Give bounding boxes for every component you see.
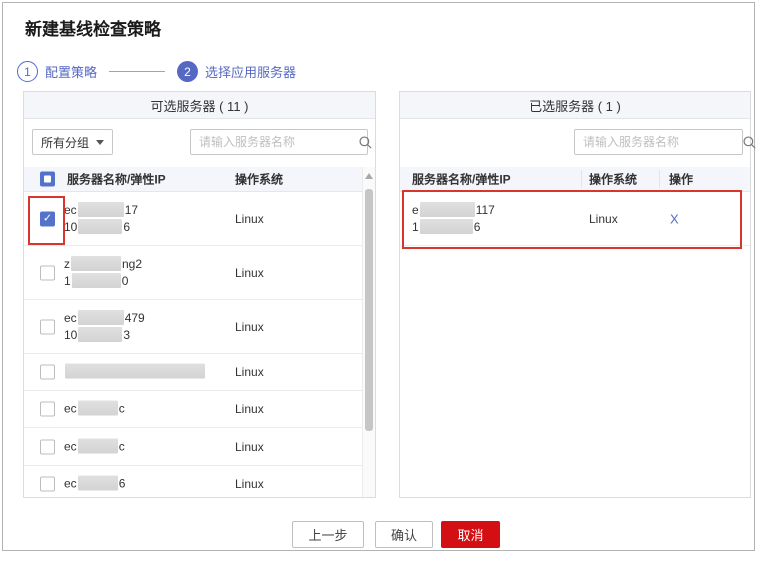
step-2-label: 选择应用服务器 xyxy=(205,65,297,80)
group-filter-dropdown[interactable]: 所有分组 xyxy=(32,129,113,155)
step-1-circle[interactable]: 1 xyxy=(17,61,38,82)
step-connector-line xyxy=(109,71,166,72)
column-divider xyxy=(581,170,582,188)
redacted-text xyxy=(65,363,205,379)
server-name-ip: e 117 1 6 xyxy=(412,201,495,234)
available-search-input[interactable] xyxy=(191,130,358,154)
page-title: 新建基线检查策略 xyxy=(25,20,161,39)
os-cell: Linux xyxy=(235,319,264,334)
server-name-ip: ec c xyxy=(64,400,125,416)
selected-search-input[interactable] xyxy=(575,130,742,154)
server-name-ip: ec 479 10 3 xyxy=(64,309,145,342)
column-header-os: 操作系统 xyxy=(235,172,284,187)
server-name-ip: z ng2 1 0 xyxy=(64,255,143,288)
scroll-up-icon[interactable] xyxy=(365,173,373,179)
selected-table-header: 服务器名称/弹性IP 操作系统 操作 xyxy=(400,167,750,192)
column-header-os: 操作系统 xyxy=(589,172,638,187)
server-name-ip: ec c xyxy=(64,438,125,453)
scrollbar-thumb[interactable] xyxy=(365,189,373,431)
table-row: Linux xyxy=(24,354,362,391)
redacted-text xyxy=(71,255,121,271)
redacted-text xyxy=(77,438,118,453)
step-indicator: 1 配置策略 2 选择应用服务器 xyxy=(17,61,296,82)
step-2-circle: 2 xyxy=(177,61,199,82)
available-servers-panel: 可选服务器 ( 11 ) 所有分组 服务器名称/弹性IP 操作系统 ec1710… xyxy=(23,91,376,498)
column-header-action: 操作 xyxy=(669,172,694,187)
table-row: ec c Linux xyxy=(24,428,362,466)
redacted-text xyxy=(77,309,124,325)
table-row: ec 6 Linux xyxy=(24,466,362,497)
redacted-text xyxy=(419,201,475,217)
selected-server-list: e 117 1 6 Linux X xyxy=(400,192,750,497)
os-cell: Linux xyxy=(235,402,264,416)
search-icon[interactable] xyxy=(358,135,373,150)
confirm-button[interactable]: 确认 xyxy=(375,521,433,548)
previous-step-button[interactable]: 上一步 xyxy=(292,521,364,548)
table-row: ec17106 Linux xyxy=(24,192,362,246)
redacted-text xyxy=(78,218,123,234)
redacted-text xyxy=(77,400,118,416)
row-checkbox[interactable] xyxy=(40,265,55,280)
os-cell: Linux xyxy=(235,365,264,379)
table-row: ec c Linux xyxy=(24,391,362,428)
column-header-name: 服务器名称/弹性IP xyxy=(67,172,166,187)
redacted-text xyxy=(77,475,118,491)
row-checkbox-checked[interactable] xyxy=(40,211,55,226)
selected-servers-panel: 已选服务器 ( 1 ) 服务器名称/弹性IP 操作系统 操作 e11716 Lin… xyxy=(399,91,756,498)
remove-server-link[interactable]: X xyxy=(670,211,679,226)
redacted-text xyxy=(78,326,123,342)
table-row: ec 479 10 3 Linux xyxy=(24,300,362,354)
step-1-label: 配置策略 xyxy=(45,65,98,80)
row-checkbox[interactable] xyxy=(40,319,55,334)
redacted-text xyxy=(77,201,124,217)
column-divider xyxy=(659,170,660,188)
new-baseline-policy-dialog: 新建基线检查策略 1 配置策略 2 选择应用服务器 可选服务器 ( 11 ) 所… xyxy=(2,2,756,551)
selected-search-box xyxy=(574,129,756,155)
table-row: e 117 1 6 Linux X xyxy=(400,192,750,246)
server-name-ip: ec 6 xyxy=(64,475,126,491)
os-cell: Linux xyxy=(235,211,264,226)
redacted-text xyxy=(419,218,473,234)
available-table-header: 服务器名称/弹性IP 操作系统 xyxy=(24,167,362,192)
os-cell: Linux xyxy=(235,477,264,491)
search-icon[interactable] xyxy=(742,135,757,150)
table-row: z ng2 1 0 Linux xyxy=(24,246,362,300)
os-cell: Linux xyxy=(235,439,264,454)
chevron-down-icon xyxy=(96,139,104,145)
row-checkbox[interactable] xyxy=(40,364,55,380)
cancel-button[interactable]: 取消 xyxy=(441,521,500,548)
redacted-text xyxy=(71,272,121,288)
row-checkbox[interactable] xyxy=(40,476,55,492)
os-cell: Linux xyxy=(589,211,618,226)
column-header-name: 服务器名称/弹性IP xyxy=(412,172,511,187)
server-name-ip: ec 17 10 6 xyxy=(64,201,139,234)
row-checkbox[interactable] xyxy=(40,439,55,454)
available-search-box xyxy=(190,129,372,155)
group-filter-value: 所有分组 xyxy=(41,135,90,150)
select-all-checkbox[interactable] xyxy=(40,171,55,187)
scrollbar[interactable] xyxy=(362,167,375,497)
server-name-ip xyxy=(64,363,206,381)
row-checkbox[interactable] xyxy=(40,401,55,417)
os-cell: Linux xyxy=(235,265,264,280)
selected-servers-title: 已选服务器 ( 1 ) xyxy=(400,92,750,119)
available-servers-title: 可选服务器 ( 11 ) xyxy=(24,92,375,119)
available-server-list: ec17106 Linux zng210 Linux ec479103 Linux Linu… xyxy=(24,192,362,497)
